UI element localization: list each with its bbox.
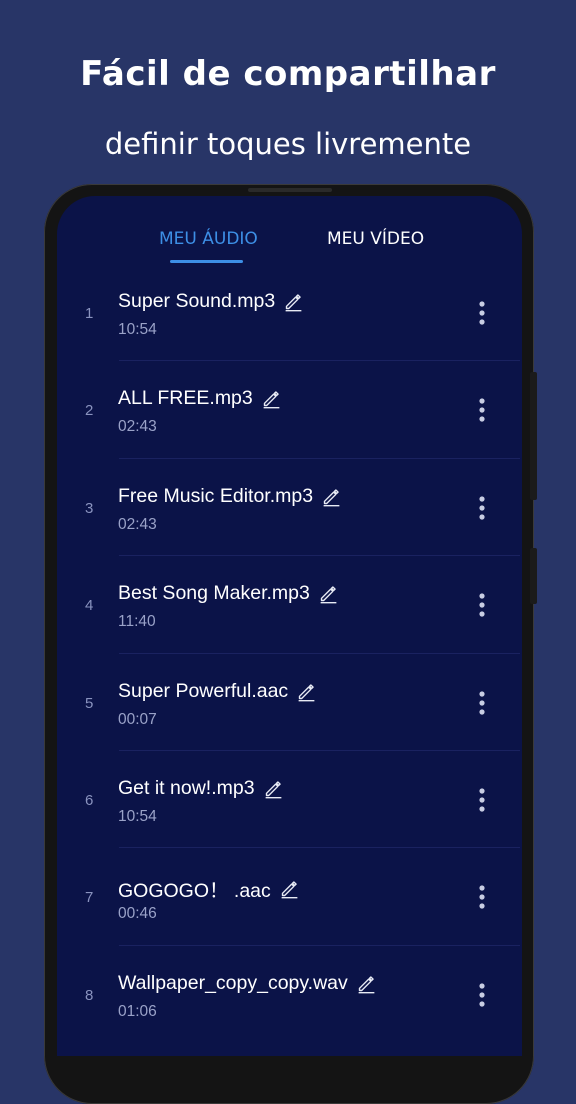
- page-title: Fácil de compartilhar: [80, 54, 496, 94]
- phone-power-button: [530, 548, 537, 604]
- item-index: 7: [85, 889, 94, 907]
- pencil-edit-icon[interactable]: [318, 583, 339, 604]
- more-vertical-icon[interactable]: [471, 980, 493, 1010]
- item-filename-text: Get it now!.mp3: [118, 776, 255, 799]
- item-filename-text: Best Song Maker.mp3: [118, 582, 310, 605]
- tab-my-video[interactable]: MEU VÍDEO: [327, 229, 424, 249]
- item-index: 1: [85, 305, 94, 322]
- more-vertical-icon[interactable]: [471, 395, 493, 425]
- item-filename: Best Song Maker.mp3: [118, 582, 339, 605]
- list-item[interactable]: 6 Get it now!.mp3 10:54: [57, 751, 522, 849]
- pencil-edit-icon[interactable]: [279, 878, 300, 899]
- pencil-edit-icon[interactable]: [263, 778, 284, 799]
- item-filename: Wallpaper_copy_copy.wav: [118, 972, 377, 995]
- item-index: 8: [85, 986, 94, 1004]
- item-index: 3: [85, 499, 94, 517]
- list-item[interactable]: 2 ALL FREE.mp3 02:43: [57, 361, 522, 459]
- item-duration: 00:46: [118, 905, 157, 923]
- more-vertical-icon[interactable]: [471, 590, 493, 620]
- item-index: 5: [85, 694, 94, 712]
- item-filename-text: GOGOGO！ .aac: [118, 880, 271, 903]
- phone-speaker: [248, 188, 332, 192]
- item-duration: 10:54: [118, 321, 157, 338]
- item-filename: Free Music Editor.mp3: [118, 485, 342, 508]
- item-filename: ALL FREE.mp3: [118, 387, 282, 410]
- item-filename-text: ALL FREE.mp3: [118, 387, 253, 410]
- tab-active-indicator: [170, 260, 243, 263]
- more-vertical-icon[interactable]: [471, 688, 493, 718]
- list-item[interactable]: 4 Best Song Maker.mp3 11:40: [57, 556, 522, 654]
- pencil-edit-icon[interactable]: [283, 291, 304, 312]
- list-item[interactable]: 8 Wallpaper_copy_copy.wav 01:06: [57, 946, 522, 1043]
- list-item[interactable]: 7 GOGOGO！ .aac 00:46: [57, 848, 522, 946]
- more-vertical-icon[interactable]: [471, 882, 493, 912]
- more-vertical-icon[interactable]: [471, 493, 493, 523]
- item-filename-text: Wallpaper_copy_copy.wav: [118, 971, 348, 994]
- item-index: 6: [85, 791, 94, 809]
- list-item[interactable]: 1 Super Sound.mp3 10:54: [57, 264, 522, 362]
- pencil-edit-icon[interactable]: [356, 973, 377, 994]
- more-vertical-icon[interactable]: [471, 298, 493, 328]
- pencil-edit-icon[interactable]: [261, 388, 282, 409]
- item-duration: 02:43: [118, 418, 157, 436]
- item-filename-text: Super Powerful.aac: [118, 679, 289, 702]
- item-filename-text: Free Music Editor.mp3: [118, 484, 314, 507]
- item-filename: Super Sound.mp3: [118, 290, 304, 313]
- app-screen: MEU ÁUDIO MEU VÍDEO 1 Super Sound.mp3 10…: [57, 196, 522, 1056]
- item-duration: 11:40: [118, 613, 156, 631]
- more-vertical-icon[interactable]: [471, 785, 493, 815]
- pencil-edit-icon[interactable]: [296, 681, 317, 702]
- item-filename: Get it now!.mp3: [118, 777, 284, 800]
- page-subtitle: definir toques livremente: [104, 127, 472, 161]
- list-item[interactable]: 3 Free Music Editor.mp3 02:43: [57, 459, 522, 557]
- item-index: 4: [85, 597, 94, 615]
- item-duration: 00:07: [118, 710, 157, 728]
- item-filename-text: Super Sound.mp3: [118, 290, 276, 312]
- audio-list: 1 Super Sound.mp3 10:54 2 ALL FREE.mp3 0…: [57, 264, 522, 1043]
- item-index: 2: [85, 402, 94, 420]
- phone-volume-button: [530, 372, 537, 500]
- list-item[interactable]: 5 Super Powerful.aac 00:07: [57, 654, 522, 751]
- item-duration: 01:06: [118, 1002, 157, 1020]
- tab-my-audio[interactable]: MEU ÁUDIO: [159, 229, 258, 249]
- item-duration: 02:43: [118, 515, 157, 533]
- pencil-edit-icon[interactable]: [321, 486, 342, 507]
- item-filename: Super Powerful.aac: [118, 680, 317, 703]
- item-filename: GOGOGO！ .aac: [118, 874, 300, 903]
- item-duration: 10:54: [118, 807, 157, 825]
